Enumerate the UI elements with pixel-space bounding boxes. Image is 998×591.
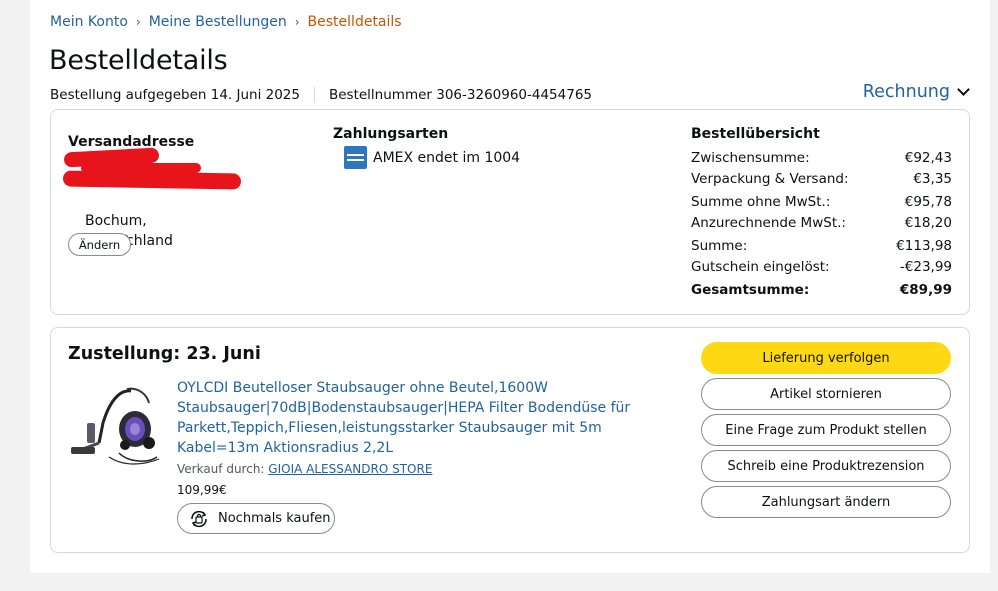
breadcrumb-my-orders[interactable]: Meine Bestellungen bbox=[149, 14, 287, 30]
summary-label: Summe ohne MwSt.: bbox=[691, 194, 831, 210]
summary-row: Gutschein eingelöst: -€23,99 bbox=[691, 257, 952, 278]
cancel-item-button[interactable]: Artikel stornieren bbox=[701, 378, 951, 410]
summary-row: Zwischensumme: €92,43 bbox=[691, 148, 952, 169]
meta-divider bbox=[313, 87, 315, 103]
order-meta: Bestellung aufgegeben 14. Juni 2025 Best… bbox=[50, 87, 592, 103]
buy-again-label: Nochmals kaufen bbox=[218, 511, 331, 526]
order-date: Bestellung aufgegeben 14. Juni 2025 bbox=[50, 87, 300, 103]
summary-label: Zwischensumme: bbox=[691, 150, 810, 166]
summary-row: Verpackung & Versand: €3,35 bbox=[691, 169, 952, 190]
write-review-button[interactable]: Schreib eine Produktrezension bbox=[701, 450, 951, 482]
payment-section: Zahlungsarten AMEX endet im 1004 bbox=[333, 126, 520, 169]
delivery-title: Zustellung: 23. Juni bbox=[68, 344, 261, 364]
summary-label: Summe: bbox=[691, 238, 748, 254]
seller-prefix: Verkauf durch: bbox=[177, 462, 269, 476]
ask-question-button[interactable]: Eine Frage zum Produkt stellen bbox=[701, 414, 951, 446]
summary-row: Summe ohne MwSt.: €95,78 bbox=[691, 192, 952, 213]
breadcrumb: Mein Konto › Meine Bestellungen › Bestel… bbox=[50, 14, 402, 30]
product-title-link[interactable]: OYLCDI Beutelloser Staubsauger ohne Beut… bbox=[177, 378, 677, 458]
seller-info: Verkauf durch: GIOIA ALESSANDRO STORE bbox=[177, 462, 432, 476]
breadcrumb-my-account[interactable]: Mein Konto bbox=[50, 14, 128, 30]
summary-value: €92,43 bbox=[904, 150, 952, 166]
summary-value: €18,20 bbox=[904, 214, 952, 231]
product-price: 109,99€ bbox=[177, 483, 227, 497]
payment-card: AMEX endet im 1004 bbox=[373, 149, 521, 166]
order-summary: Bestellübersicht Zwischensumme: €92,43 Ve… bbox=[691, 126, 952, 301]
summary-total-row: Gesamtsumme: €89,99 bbox=[691, 280, 952, 301]
summary-label: Anzurechnende MwSt.: bbox=[691, 214, 846, 231]
order-info-box: Versandadresse Bochum, 44892 Deutschland… bbox=[50, 109, 970, 315]
chevron-down-icon bbox=[957, 83, 970, 96]
summary-value: €95,78 bbox=[904, 194, 952, 210]
delivery-box: Zustellung: 23. Juni OYLCDI Beutelloser … bbox=[50, 327, 970, 553]
summary-row: Summe: €113,98 bbox=[691, 236, 952, 257]
buy-again-icon bbox=[191, 510, 207, 527]
change-payment-button[interactable]: Zahlungsart ändern bbox=[701, 486, 951, 518]
buy-again-button[interactable]: Nochmals kaufen bbox=[177, 503, 335, 534]
summary-title: Bestellübersicht bbox=[691, 126, 820, 142]
breadcrumb-current: Bestelldetails bbox=[307, 14, 402, 30]
summary-value: €3,35 bbox=[913, 170, 952, 187]
breadcrumb-separator: › bbox=[135, 15, 141, 29]
summary-label: Verpackung & Versand: bbox=[691, 170, 849, 187]
breadcrumb-separator: › bbox=[294, 15, 300, 29]
page-title: Bestelldetails bbox=[49, 45, 228, 76]
redaction-mark bbox=[62, 170, 242, 190]
amex-card-icon bbox=[344, 146, 367, 169]
summary-row: Anzurechnende MwSt.: €18,20 bbox=[691, 213, 952, 234]
track-package-button[interactable]: Lieferung verfolgen bbox=[701, 342, 951, 374]
edit-address-button[interactable]: Ändern bbox=[68, 233, 131, 256]
payment-title: Zahlungsarten bbox=[333, 126, 449, 142]
order-number: Bestellnummer 306-3260960-4454765 bbox=[328, 87, 593, 103]
summary-value: €113,98 bbox=[896, 238, 952, 254]
summary-value: -€23,99 bbox=[899, 258, 952, 275]
vacuum-product-image[interactable] bbox=[69, 383, 161, 467]
invoice-label: Rechnung bbox=[862, 82, 950, 102]
invoice-dropdown[interactable]: Rechnung bbox=[862, 82, 970, 102]
summary-label: Gutschein eingelöst: bbox=[691, 258, 830, 275]
summary-label: Gesamtsumme: bbox=[691, 282, 810, 298]
seller-link[interactable]: GIOIA ALESSANDRO STORE bbox=[268, 462, 432, 476]
summary-value: €89,99 bbox=[899, 282, 952, 298]
order-details-page: Mein Konto › Meine Bestellungen › Bestel… bbox=[30, 0, 990, 573]
order-actions: Lieferung verfolgen Artikel stornieren E… bbox=[701, 342, 951, 522]
